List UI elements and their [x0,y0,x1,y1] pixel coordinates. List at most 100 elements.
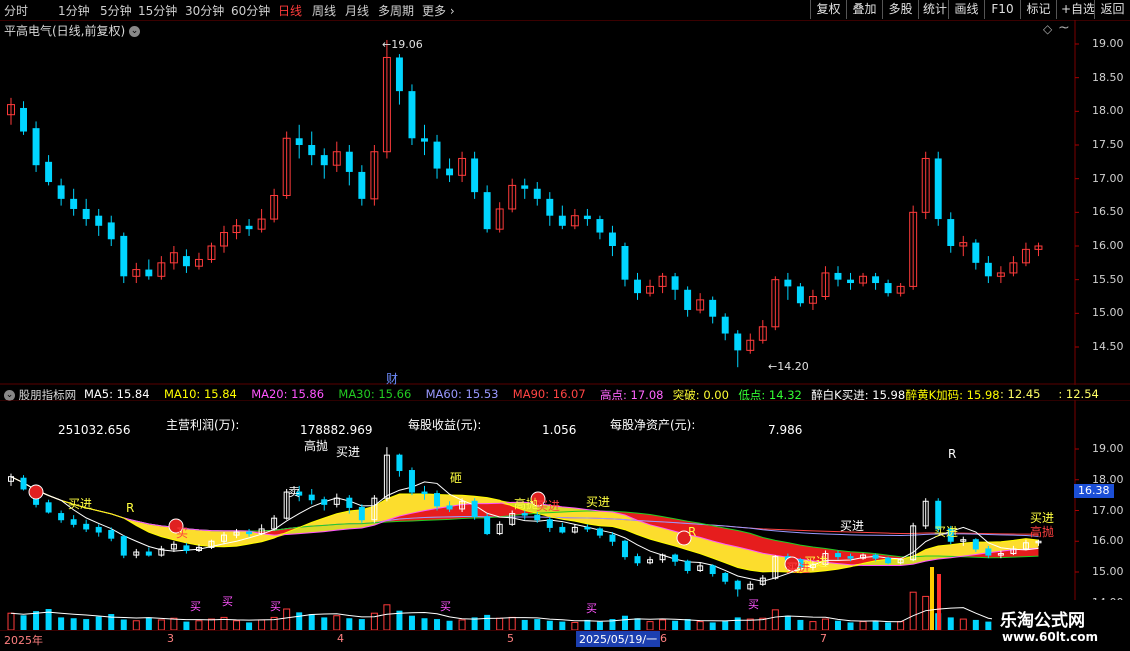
volume-bar [972,619,979,630]
main-y-tick-label: 18.00 [1092,104,1124,118]
volume-bar [821,618,829,631]
indicator-candle-body [70,519,77,525]
candle-body [934,158,942,220]
volume-bar [170,617,178,631]
volume-bar [722,620,729,630]
volume-bar [734,617,741,630]
candle-body [433,141,441,169]
volume-bar [308,614,315,630]
indicator-candle-body [358,506,365,521]
watermark-title: 乐淘公式网 [1000,611,1085,631]
volume-bar [120,619,127,630]
signal-label: 买进 [1030,511,1054,525]
signal-label: 卖 [288,485,300,499]
main-y-tick-label: 17.00 [1092,171,1124,185]
candle-body [558,215,566,226]
volume-label: 买 [270,600,281,613]
volume-bar [546,620,553,630]
tab-timeframe-month[interactable]: 月线 [345,2,369,19]
volume-label: 买 [440,600,451,613]
tab-timeframe-week[interactable]: 周线 [312,2,336,19]
indicator-candle-body [634,556,641,564]
date-label-month-6: 6 [660,632,667,645]
low-price-label: ←14.20 [768,360,809,373]
volume-bar [33,611,40,630]
candle-body [320,155,328,166]
indicator-candle-body [20,477,27,490]
button-statistics[interactable]: 统计 [918,0,948,19]
indicator-candle-body [346,497,353,508]
candle-body [145,269,153,277]
button-add-favorite[interactable]: +自选 [1056,0,1095,19]
indicator-value-11: : 12.45 [1000,387,1041,401]
indicator-candle-body [120,536,127,556]
button-multi-stock[interactable]: 多股 [882,0,918,19]
volume-bar [922,595,930,631]
volume-bar [321,617,328,630]
indicator-candle-body [471,500,478,518]
candle-body [847,279,854,284]
button-mark[interactable]: 标记 [1020,0,1056,19]
signal-label: 高抛 [1030,524,1054,539]
candle-body [95,215,103,226]
volume-bar [283,608,291,631]
volume-bar [596,621,603,630]
button-draw-line[interactable]: 画线 [948,0,984,19]
tab-timeframe-1min[interactable]: 1分钟 [58,2,90,19]
button-fuquan[interactable]: 复权 [810,0,846,19]
candle-body [20,107,27,132]
candle-body [521,185,529,189]
volume-bar [872,620,879,630]
volume-bar [58,617,65,630]
candle-body [834,272,842,280]
candle-body [408,91,416,139]
tab-timeframe-more[interactable]: 更多 › [422,2,455,19]
button-back[interactable]: 返回 [1094,0,1130,19]
watermark: 乐淘公式网 www.60lt.com [992,600,1126,648]
tab-timeframe-60min[interactable]: 60分钟 [231,2,270,19]
indicator-chart[interactable]: 买进卖买R买进高抛砸高抛买进 买进R买进买进买进 买进R高抛买进买买买买买买 [0,400,1130,650]
volume-bar [458,619,466,631]
indicator-candle-body [446,505,453,510]
volume-ma-line [10,607,1039,623]
volume-bar [784,615,791,630]
tab-timeframe-15min[interactable]: 15分钟 [138,2,177,19]
candle-body [358,171,366,199]
tab-timeframe-fenshi[interactable]: 分时 [4,2,28,19]
signal-label: R [948,447,956,461]
indicator-candle-body [672,554,679,562]
tab-timeframe-5min[interactable]: 5分钟 [100,2,132,19]
volume-label: 买 [190,600,201,613]
tab-timeframe-day[interactable]: 日线 [278,2,302,19]
signal-label: 买进 [840,519,864,533]
tab-timeframe-multi[interactable]: 多周期 [378,2,414,19]
volume-bar [358,619,365,630]
financial-marker[interactable]: 财 [386,370,398,387]
indicator-candle-body [972,539,979,550]
volume-bar [659,619,667,631]
main-candlestick-chart[interactable] [0,20,1130,385]
volume-bar [521,619,528,630]
signal-label: R [126,501,134,515]
date-axis: 2025年 3 4 5 2025/05/19/一 6 7 [0,630,1075,651]
button-overlay[interactable]: 叠加 [846,0,882,19]
volume-bar [709,622,716,630]
indicator-value-2: MA20: 15.86 [251,387,325,401]
main-y-tick-label: 18.50 [1092,70,1124,84]
signal-label: 买 [176,526,188,540]
volume-label: 买 [222,595,233,608]
low-price-value: 14.20 [777,360,809,373]
volume-bar [183,621,190,630]
button-f10[interactable]: F10 [984,0,1020,19]
tab-timeframe-30min[interactable]: 30分钟 [185,2,224,19]
volume-bar [195,620,203,631]
volume-bar [847,622,854,630]
indicator-candle-body [108,529,115,539]
indicator-candle-body [834,553,841,558]
volume-bar [797,619,804,630]
volume-bar [508,616,516,631]
volume-bar [20,615,27,630]
candle-body [182,256,190,267]
volume-bar [157,619,165,631]
volume-bar [95,616,102,630]
